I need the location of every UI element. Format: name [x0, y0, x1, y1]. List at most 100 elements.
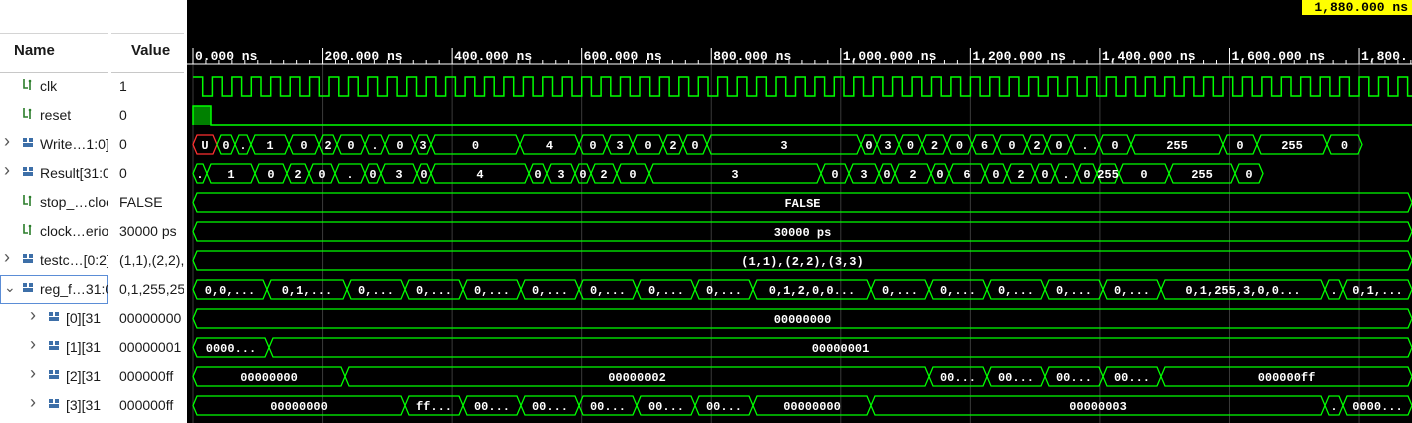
bus-value-label: 00...: [1114, 371, 1150, 385]
signal-name: clk: [40, 78, 58, 94]
bus-value-label: FALSE: [784, 197, 820, 211]
name-column-header[interactable]: Name: [0, 0, 108, 73]
signal-name: reset: [40, 107, 72, 123]
time-tick-label: 1,800.: [1361, 49, 1408, 64]
bus-value-label: (1,1),(2,2),(3,3): [741, 255, 863, 269]
bus-value-label: 2: [324, 139, 331, 153]
bus-value-label: 0,...: [590, 284, 626, 298]
bus-value-label: 3: [557, 168, 564, 182]
bus-value-label: 6: [981, 139, 988, 153]
signal-row[interactable]: › [2][31: [0, 362, 108, 391]
chevron-right-icon[interactable]: ›: [30, 305, 36, 326]
bus-value-label: 0: [691, 139, 698, 153]
chevron-down-icon[interactable]: ⌄: [4, 279, 16, 296]
bus-value-label: 1: [266, 139, 273, 153]
bus-value-label: 0,...: [648, 284, 684, 298]
value-header-label: Value: [131, 42, 171, 59]
chevron-right-icon[interactable]: ›: [30, 363, 36, 384]
signal-bus-icon: [22, 136, 35, 149]
signal-value-text: 0: [119, 136, 127, 152]
signal-name: reg_f…31:0]: [40, 281, 108, 297]
bus-value-label: 0: [267, 168, 274, 182]
bus-value-label: 00...: [590, 400, 626, 414]
signal-bus-icon: [22, 252, 35, 265]
signal-value-text: 000000ff: [119, 368, 174, 384]
signal-value-text: 00000001: [119, 339, 182, 355]
chevron-right-icon[interactable]: ›: [4, 160, 10, 181]
signal-row[interactable]: › [3][31: [0, 391, 108, 420]
waveform-canvas[interactable]: 0.000 ns 200.000 ns 400.000 ns 600.000 ns 80…: [187, 0, 1412, 423]
bus-value-label: 3: [616, 139, 623, 153]
bus-value-label: 0: [1083, 168, 1090, 182]
bus-value-label: 30000 ps: [774, 226, 832, 240]
bus-value-label: 0: [644, 139, 651, 153]
signal-name: testc…[0:2]: [40, 252, 108, 268]
bus-value-label: 0,1,255,3,0,0...: [1185, 284, 1300, 298]
signal-row[interactable]: › testc…[0:2]: [0, 246, 108, 275]
bus-value-label: .: [239, 139, 246, 153]
bus-value-label: 0,1,...: [1352, 284, 1402, 298]
bus-value-label: 00000000: [774, 313, 832, 327]
bus-value-label: 2: [1017, 168, 1024, 182]
bus-value-label: 2: [1033, 139, 1040, 153]
signal-name: [0][31: [66, 310, 102, 326]
value-column-header[interactable]: Value: [111, 0, 184, 73]
signal-value-text: 30000 ps: [119, 223, 177, 239]
bus-value-label: 00...: [940, 371, 976, 385]
chevron-right-icon[interactable]: ›: [30, 334, 36, 355]
waveform-area[interactable]: 0.000 ns 200.000 ns 400.000 ns 600.000 ns 80…: [187, 0, 1412, 423]
bus-value-label: 0: [831, 168, 838, 182]
bus-value-label: 0: [1341, 139, 1348, 153]
bus-value-label: .: [346, 168, 353, 182]
signal-row[interactable]: clock…eriod: [0, 217, 108, 246]
bus-value-label: 2: [294, 168, 301, 182]
bus-value-label: 0: [579, 168, 586, 182]
signal-bit-icon: [22, 107, 35, 120]
chevron-right-icon[interactable]: ›: [30, 392, 36, 413]
signal-name: [1][31: [66, 339, 102, 355]
bus-value-label: .: [1062, 168, 1069, 182]
name-column: Name clk reset › Write…1:0] › Result[31:0 stop…: [0, 0, 108, 423]
signal-row[interactable]: › Result[31:0: [0, 159, 108, 188]
bus-value-label: 00...: [706, 400, 742, 414]
signal-row[interactable]: › [0][31: [0, 304, 108, 333]
bus-value-label: 3: [780, 139, 787, 153]
bus-value-label: 0: [369, 168, 376, 182]
bus-value-label: 0: [1008, 139, 1015, 153]
signal-name: Result[31:0: [40, 165, 108, 181]
signal-row[interactable]: › [1][31: [0, 333, 108, 362]
bus-value-label: 0000...: [1352, 400, 1402, 414]
bus-value-label: 3: [731, 168, 738, 182]
bus-value-label: 0: [347, 139, 354, 153]
chevron-right-icon[interactable]: ›: [4, 247, 10, 268]
signal-row[interactable]: ⌄ reg_f…31:0]: [0, 275, 108, 304]
bus-value-label: 3: [884, 139, 891, 153]
signal-row[interactable]: stop_…clock: [0, 188, 108, 217]
bus-value-label: 00...: [532, 400, 568, 414]
bus-value-label: ff...: [416, 400, 452, 414]
signal-row[interactable]: › Write…1:0]: [0, 130, 108, 159]
signal-bus-icon: [48, 397, 61, 410]
signal-name: stop_…clock: [40, 194, 108, 210]
bus-value-label: 00000001: [812, 342, 870, 356]
bus-value-label: 3: [860, 168, 867, 182]
bus-value-label: 0,...: [706, 284, 742, 298]
bus-value-label: 0,0,...: [205, 284, 255, 298]
cursor-time-label: 1,880.000 ns: [1302, 0, 1412, 15]
signal-row[interactable]: clk: [0, 72, 108, 101]
bus-value-label: 4: [476, 168, 483, 182]
bus-value-label: 2: [600, 168, 607, 182]
bus-value-label: 0: [1236, 139, 1243, 153]
bus-value-label: 2: [669, 139, 676, 153]
signal-value-text: 0: [119, 165, 127, 181]
chevron-right-icon[interactable]: ›: [4, 131, 10, 152]
signal-bus-icon: [48, 368, 61, 381]
signal-row[interactable]: reset: [0, 101, 108, 130]
signal-value-text: 0: [119, 107, 127, 123]
bus-value-label: 2: [909, 168, 916, 182]
bus-value-label: 00000000: [240, 371, 298, 385]
bus-value-label: 0: [907, 139, 914, 153]
bus-value-label: 255: [1191, 168, 1213, 182]
bus-value-label: 00...: [998, 371, 1034, 385]
bus-value-label: .: [1330, 400, 1337, 414]
